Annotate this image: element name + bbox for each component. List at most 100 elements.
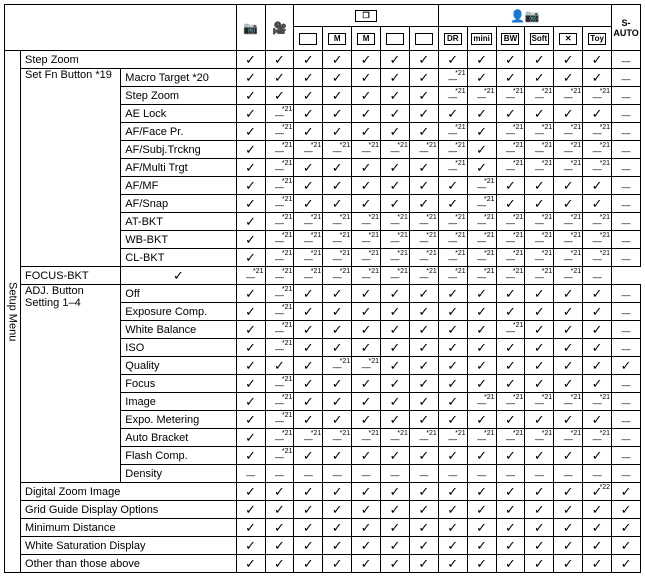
- row-label-b: Density: [121, 465, 236, 483]
- value-cell: ✓: [294, 105, 323, 123]
- hdr-camera-icon: 📷: [236, 5, 265, 51]
- value-cell: ✓: [236, 555, 265, 573]
- value-cell: ✓: [381, 537, 410, 555]
- value-cell: —*21: [265, 141, 294, 159]
- value-cell: ✓: [236, 303, 265, 321]
- value-cell: —*21: [438, 87, 467, 105]
- value-cell: ✓: [352, 555, 381, 573]
- value-cell: —: [612, 411, 641, 429]
- value-cell: ✓: [236, 231, 265, 249]
- value-cell: ✓*22: [583, 483, 612, 501]
- row-label-a: White Saturation Display: [21, 537, 237, 555]
- value-cell: —: [381, 465, 410, 483]
- value-cell: ✓: [381, 411, 410, 429]
- value-cell: ✓: [438, 303, 467, 321]
- value-cell: —*21: [381, 267, 410, 285]
- value-cell: —*21: [265, 123, 294, 141]
- value-cell: —: [294, 465, 323, 483]
- table-row: Other than those above✓✓✓✓✓✓✓✓✓✓✓✓✓✓: [5, 555, 641, 573]
- value-cell: ✓: [381, 339, 410, 357]
- value-cell: —*21: [467, 195, 496, 213]
- value-cell: ✓: [438, 177, 467, 195]
- value-cell: ✓: [525, 51, 554, 69]
- value-cell: ✓: [496, 69, 525, 87]
- value-cell: —: [612, 51, 641, 69]
- value-cell: ✓: [554, 375, 583, 393]
- value-cell: ✓: [583, 501, 612, 519]
- value-cell: ✓: [583, 357, 612, 375]
- value-cell: ✓: [409, 285, 438, 303]
- value-cell: ✓: [236, 411, 265, 429]
- value-cell: ✓: [352, 159, 381, 177]
- row-label-b: AF/Multi Trgt: [121, 159, 236, 177]
- value-cell: ✓: [496, 339, 525, 357]
- cont1-icon: [294, 27, 323, 51]
- value-cell: ✓: [467, 375, 496, 393]
- value-cell: ✓: [525, 177, 554, 195]
- value-cell: —*21: [496, 249, 525, 267]
- value-cell: ✓: [381, 519, 410, 537]
- value-cell: ✓: [294, 339, 323, 357]
- value-cell: ✓: [525, 483, 554, 501]
- row-label-a: ADJ. Button Setting 1–4: [21, 285, 121, 483]
- value-cell: ✓: [236, 177, 265, 195]
- value-cell: —: [525, 465, 554, 483]
- value-cell: ✓: [409, 483, 438, 501]
- value-cell: —*21: [265, 447, 294, 465]
- value-cell: ✓: [525, 285, 554, 303]
- value-cell: —*21: [583, 123, 612, 141]
- value-cell: ✓: [525, 411, 554, 429]
- value-cell: —: [612, 393, 641, 411]
- row-label-a: Step Zoom: [21, 51, 237, 69]
- value-cell: ✓: [583, 537, 612, 555]
- value-cell: ✓: [554, 105, 583, 123]
- value-cell: ✓: [438, 285, 467, 303]
- value-cell: —*21: [409, 249, 438, 267]
- value-cell: —*21: [467, 393, 496, 411]
- value-cell: —*21: [554, 231, 583, 249]
- value-cell: ✓: [583, 339, 612, 357]
- value-cell: ✓: [265, 537, 294, 555]
- value-cell: —*21: [265, 267, 294, 285]
- value-cell: ✓: [409, 51, 438, 69]
- table-row: Set Fn Button *19Macro Target *20✓✓✓✓✓✓✓…: [5, 69, 641, 87]
- value-cell: ✓: [381, 501, 410, 519]
- value-cell: —: [612, 105, 641, 123]
- value-cell: ✓: [323, 105, 352, 123]
- value-cell: —: [323, 465, 352, 483]
- scene-toy-icon: Toy: [583, 27, 612, 51]
- value-cell: —*21: [323, 249, 352, 267]
- value-cell: ✓: [236, 429, 265, 447]
- value-cell: —*21: [265, 285, 294, 303]
- value-cell: ✓: [467, 285, 496, 303]
- value-cell: —: [236, 465, 265, 483]
- value-cell: —: [612, 177, 641, 195]
- value-cell: ✓: [236, 375, 265, 393]
- hdr-movie-icon: 🎥: [265, 5, 294, 51]
- value-cell: ✓: [525, 501, 554, 519]
- value-cell: ✓: [323, 537, 352, 555]
- row-label-b: Image: [121, 393, 236, 411]
- value-cell: ✓: [525, 321, 554, 339]
- value-cell: —*21: [381, 429, 410, 447]
- value-cell: —*21: [496, 123, 525, 141]
- value-cell: —*21: [554, 141, 583, 159]
- value-cell: ✓: [294, 195, 323, 213]
- value-cell: ✓: [467, 357, 496, 375]
- value-cell: —*21: [236, 267, 265, 285]
- value-cell: ✓: [438, 195, 467, 213]
- value-cell: —*21: [554, 249, 583, 267]
- value-cell: ✓: [554, 303, 583, 321]
- table-row: Grid Guide Display Options✓✓✓✓✓✓✓✓✓✓✓✓✓✓: [5, 501, 641, 519]
- value-cell: —*21: [265, 375, 294, 393]
- value-cell: —: [438, 465, 467, 483]
- value-cell: ✓: [409, 447, 438, 465]
- value-cell: ✓: [496, 411, 525, 429]
- value-cell: ✓: [352, 87, 381, 105]
- value-cell: ✓: [294, 69, 323, 87]
- value-cell: ✓: [409, 519, 438, 537]
- value-cell: —*21: [554, 213, 583, 231]
- value-cell: —*21: [583, 141, 612, 159]
- value-cell: ✓: [265, 51, 294, 69]
- header-corner: [5, 5, 237, 51]
